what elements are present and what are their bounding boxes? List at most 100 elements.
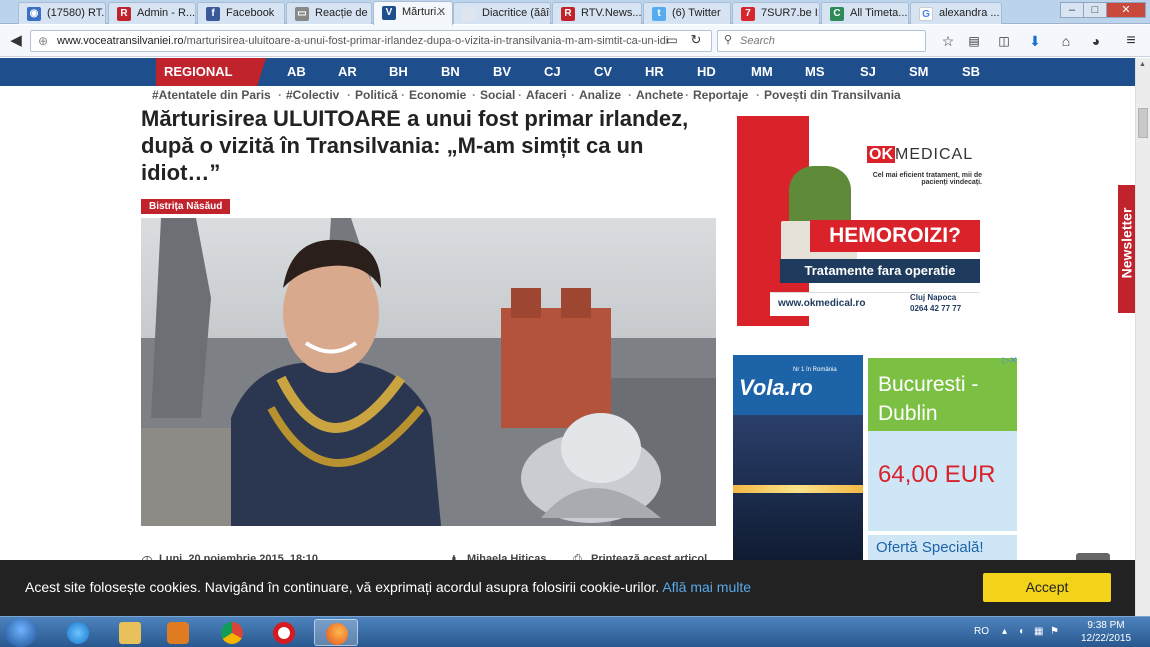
topic-link[interactable]: Anchete (636, 88, 683, 102)
category-badge[interactable]: Bistrița Năsăud (141, 199, 231, 214)
topic-link[interactable]: Politică (355, 88, 398, 102)
county-link[interactable]: SB (962, 64, 980, 79)
chat-icon[interactable]: ◕ (1086, 31, 1106, 51)
regional-menu[interactable]: REGIONAL (156, 58, 266, 86)
reload-icon[interactable]: ↻ (686, 30, 706, 50)
vertical-scrollbar[interactable]: ▲ (1135, 58, 1150, 616)
browser-tab[interactable]: Galexandra ... (910, 2, 1002, 24)
browser-tab[interactable]: V Mărturi... ✕ (373, 1, 453, 25)
topic-link[interactable]: Povești din Transilvania (764, 88, 901, 102)
tab-favicon-icon: t (652, 7, 666, 21)
address-bar[interactable]: ⊕ www.voceatransilvaniei.ro/marturisirea… (30, 30, 712, 52)
article-photo (141, 218, 716, 526)
vola-ad[interactable]: Vola.ro Nr 1 în România Bucuresti - Dubl… (733, 355, 1017, 565)
taskbar-chrome[interactable] (210, 619, 254, 646)
reader-view-icon[interactable]: ▭ (662, 30, 682, 50)
county-link[interactable]: HR (645, 64, 664, 79)
accept-cookies-button[interactable]: Accept (983, 573, 1111, 602)
tab-label: RTV.News... (581, 7, 642, 19)
okmedical-ad[interactable]: OK MEDICAL Cel mai eficient tratament, mi… (737, 116, 995, 326)
county-link[interactable]: SJ (860, 64, 876, 79)
taskbar-media-player[interactable] (156, 619, 200, 646)
county-link[interactable]: BN (441, 64, 460, 79)
topic-link[interactable]: Analize (579, 88, 621, 102)
browser-tab[interactable]: R Admin - R... (108, 2, 196, 24)
county-link[interactable]: CV (594, 64, 612, 79)
browser-tab[interactable]: C All Timeta... (821, 2, 909, 24)
volume-icon[interactable]: ◖ (1018, 626, 1024, 637)
vola-cta[interactable]: Ofertă Specială! (876, 539, 984, 556)
close-window-button[interactable]: ✕ (1106, 2, 1146, 18)
browser-tab[interactable]: ◉ (17580) RT... (18, 2, 106, 24)
browser-tab[interactable]: 7 7SUR7.be I... (732, 2, 820, 24)
taskbar-opera[interactable] (262, 619, 306, 646)
pocket-icon[interactable]: ◫ (994, 31, 1014, 51)
language-indicator[interactable]: RO (974, 626, 989, 637)
maximize-button[interactable]: □ (1083, 2, 1107, 18)
browser-tab[interactable]: Diacritice (ăâîș... (453, 2, 551, 24)
tab-label: All Timeta... (850, 7, 908, 19)
county-link[interactable]: AB (287, 64, 306, 79)
tab-label: (17580) RT... (47, 7, 106, 19)
ad-contact: www.okmedical.ro Cluj Napoca 0264 42 77 … (770, 292, 980, 316)
topic-link[interactable]: Reportaje (693, 88, 748, 102)
clock[interactable]: 9:38 PM 12/22/2015 (1076, 619, 1136, 645)
tab-label: Admin - R... (137, 7, 196, 19)
bookmarks-list-icon[interactable]: ▤ (964, 31, 984, 51)
clock-time: 9:38 PM (1087, 620, 1125, 631)
browser-tab[interactable]: ▭ Reacție de ... (286, 2, 372, 24)
home-icon[interactable]: ⌂ (1056, 31, 1076, 51)
taskbar-firefox[interactable] (314, 619, 358, 646)
browser-tab-bar: ◉ (17580) RT... R Admin - R... f Facebook ▭ Rea… (0, 0, 1150, 25)
search-input[interactable]: ⚲ Search (717, 30, 926, 52)
bookmark-star-icon[interactable]: ☆ (938, 31, 958, 51)
topic-link[interactable]: Social (480, 88, 515, 102)
vola-logo: Vola.ro (739, 375, 813, 400)
back-button[interactable]: ◀ (5, 30, 27, 52)
ie-icon (67, 622, 89, 644)
downloads-icon[interactable]: ⬇ (1025, 31, 1045, 51)
browser-toolbar: ◀ ⊕ www.voceatransilvaniei.ro/marturisir… (0, 25, 1150, 57)
county-link[interactable]: CJ (544, 64, 561, 79)
adchoices-icon[interactable]: ▷✕ (991, 355, 1017, 367)
taskbar-ie[interactable] (56, 619, 100, 646)
flag-icon[interactable]: ⚑ (1050, 626, 1059, 637)
browser-tab[interactable]: t (6) Twitter (643, 2, 731, 24)
okmedical-logo: OK MEDICAL (867, 146, 973, 164)
county-link[interactable]: MM (751, 64, 773, 79)
topic-separator: · (518, 88, 522, 102)
system-tray: RO ▴ ◖ ▦ ⚑ 9:38 PM 12/22/2015 (960, 617, 1150, 647)
topic-separator: · (756, 88, 760, 102)
scroll-up-icon[interactable]: ▲ (1139, 61, 1146, 68)
ad-tagline: Cel mai eficient tratament, mii de pacie… (872, 172, 982, 186)
network-icon[interactable]: ▦ (1034, 626, 1043, 637)
tab-close-icon[interactable]: ✕ (437, 5, 446, 18)
topic-link[interactable]: #Colectiv (286, 88, 339, 102)
topic-separator: · (347, 88, 351, 102)
browser-tab[interactable]: R RTV.News... (552, 2, 642, 24)
menu-icon[interactable]: ≡ (1121, 31, 1141, 51)
county-link[interactable]: HD (697, 64, 716, 79)
county-link[interactable]: MS (805, 64, 825, 79)
minimize-button[interactable]: – (1060, 2, 1084, 18)
tab-favicon-icon: R (117, 7, 131, 21)
cookie-more-link[interactable]: Află mai multe (662, 579, 751, 595)
scrollbar-thumb[interactable] (1138, 108, 1148, 138)
topic-link[interactable]: Afaceri (526, 88, 567, 102)
topic-link[interactable]: #Atentatele din Paris (152, 88, 271, 102)
tab-favicon-icon: V (382, 6, 396, 20)
topic-link[interactable]: Economie (409, 88, 466, 102)
tray-chevron-icon[interactable]: ▴ (1002, 626, 1007, 637)
county-link[interactable]: BV (493, 64, 511, 79)
taskbar-explorer[interactable] (108, 619, 152, 646)
article-title: Mărturisirea ULUITOARE a unui fost prima… (141, 106, 689, 185)
start-button[interactable] (4, 618, 38, 647)
county-link[interactable]: BH (389, 64, 408, 79)
county-link[interactable]: SM (909, 64, 929, 79)
browser-tab[interactable]: f Facebook (197, 2, 285, 24)
tab-label: Diacritice (ăâîș... (482, 7, 550, 19)
tab-favicon-icon: 7 (741, 7, 755, 21)
cactus-image (789, 166, 851, 226)
newsletter-tab[interactable]: Newsletter (1118, 185, 1135, 313)
county-link[interactable]: AR (338, 64, 357, 79)
